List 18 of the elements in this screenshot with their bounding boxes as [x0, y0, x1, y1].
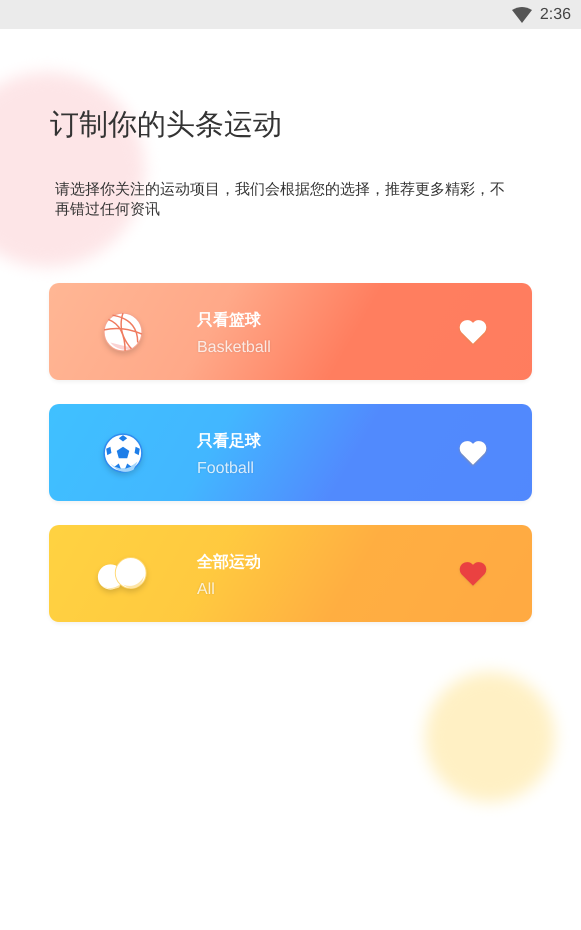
page-title: 订制你的头条运动	[50, 106, 283, 143]
option-subtitle: Football	[197, 460, 255, 478]
sport-option-card[interactable]: 全部运动 All	[49, 525, 532, 622]
basketball-icon	[102, 310, 144, 352]
page-description: 请选择你关注的运动项目，我们会根据您的选择，推荐更多精彩，不再错过任何资讯	[55, 179, 506, 219]
heart-icon[interactable]	[458, 439, 488, 466]
option-subtitle: Basketball	[197, 339, 272, 357]
heart-icon[interactable]	[458, 560, 488, 587]
sport-option-card[interactable]: 只看篮球 Basketball	[49, 283, 532, 380]
heart-icon[interactable]	[458, 318, 488, 345]
status-time: 2:36	[540, 6, 571, 24]
sport-option-card[interactable]: 只看足球 Football	[49, 404, 532, 501]
option-subtitle: All	[197, 581, 216, 599]
option-title: 只看足球	[197, 431, 262, 452]
option-title: 全部运动	[197, 552, 262, 573]
wifi-icon	[512, 6, 532, 22]
option-title: 只看篮球	[197, 310, 262, 331]
soccer-ball-icon	[102, 432, 144, 474]
